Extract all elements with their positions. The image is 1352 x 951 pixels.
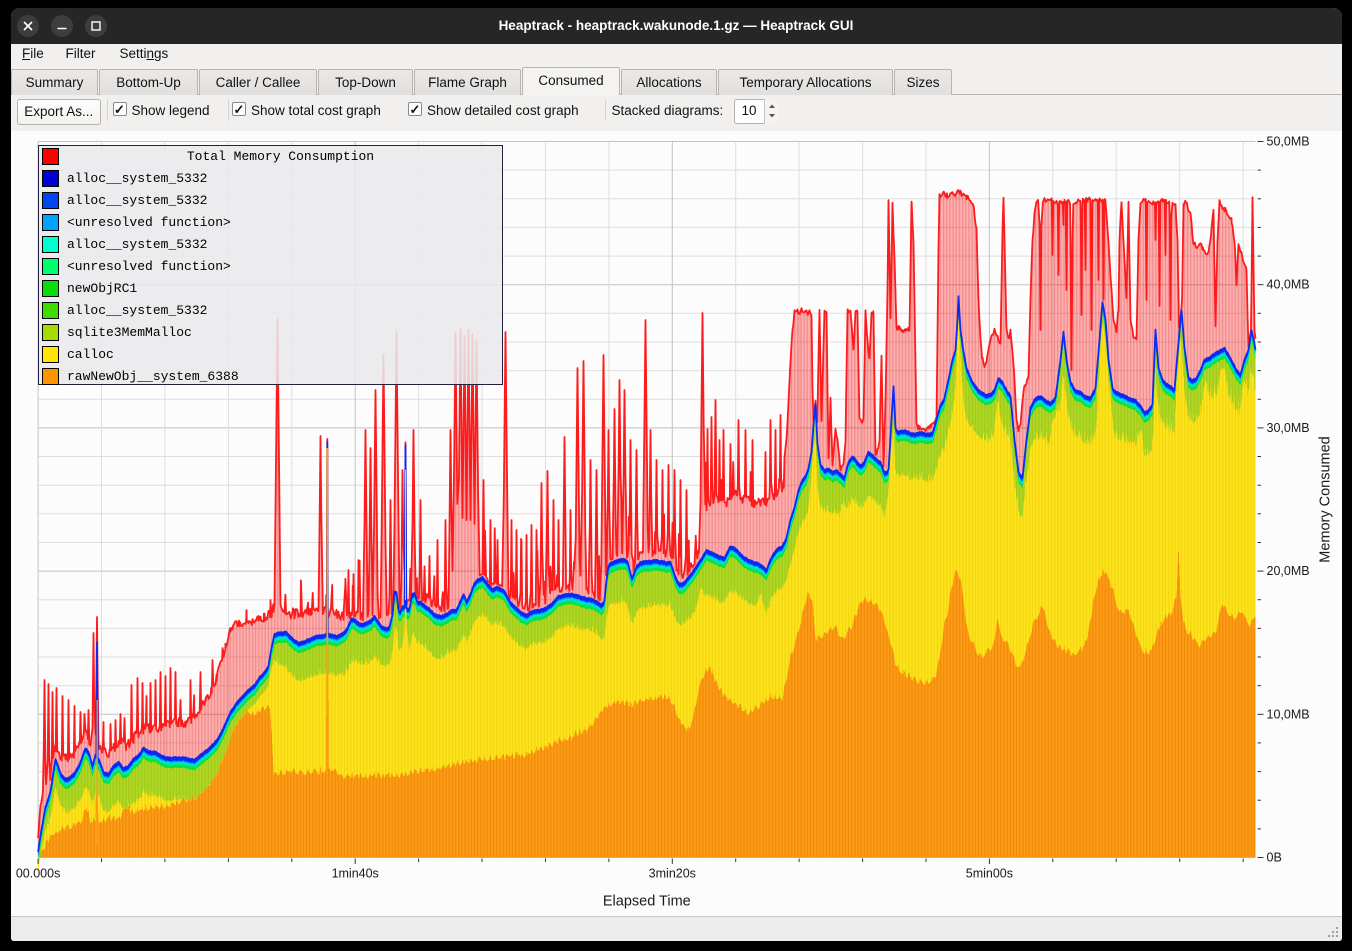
- svg-text:00.000s: 00.000s: [15, 867, 59, 881]
- svg-text:5min00s: 5min00s: [965, 867, 1012, 881]
- svg-text:40,0MB: 40,0MB: [1266, 278, 1309, 292]
- svg-text:1min40s: 1min40s: [331, 867, 378, 881]
- svg-text:Elapsed Time: Elapsed Time: [602, 894, 690, 910]
- svg-text:0B: 0B: [1266, 851, 1281, 865]
- svg-text:3min20s: 3min20s: [648, 867, 695, 881]
- svg-text:50,0MB: 50,0MB: [1266, 135, 1309, 149]
- svg-text:10,0MB: 10,0MB: [1266, 707, 1309, 721]
- svg-text:30,0MB: 30,0MB: [1266, 421, 1309, 435]
- svg-text:Memory Consumed: Memory Consumed: [1317, 436, 1333, 563]
- svg-text:20,0MB: 20,0MB: [1266, 564, 1309, 578]
